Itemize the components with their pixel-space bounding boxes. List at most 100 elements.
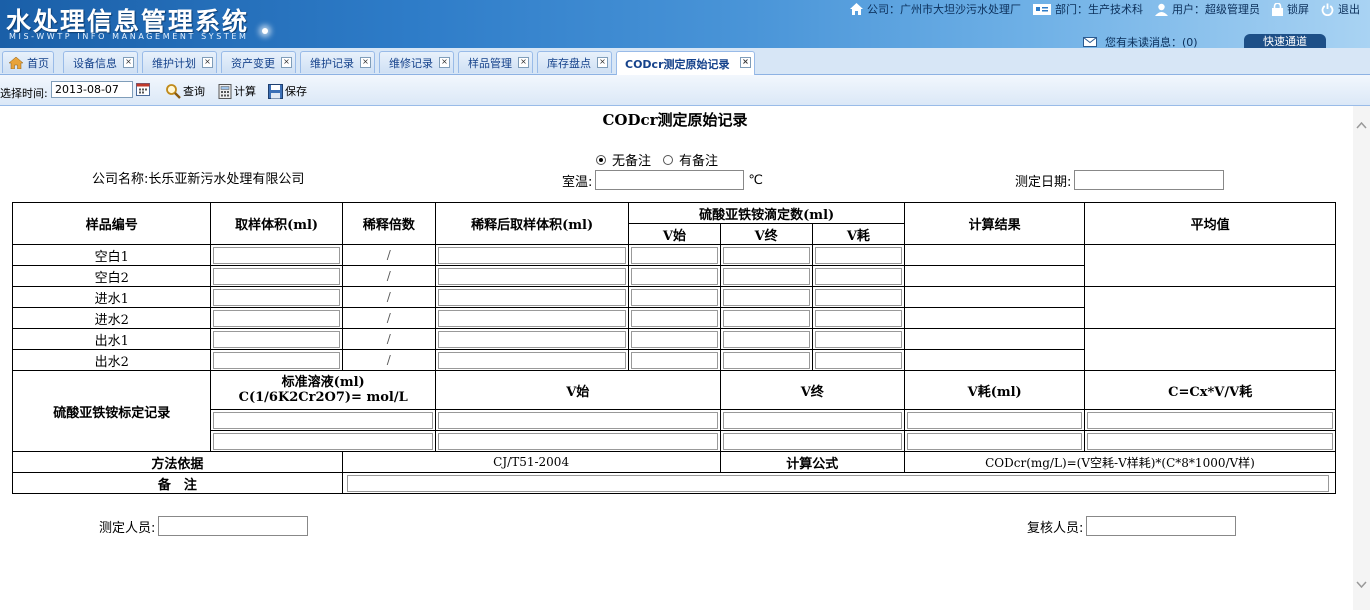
close-icon[interactable]: ×: [518, 57, 529, 68]
query-button[interactable]: 查询: [165, 83, 205, 99]
calib-c-input[interactable]: [1087, 432, 1333, 450]
v-end-input[interactable]: [722, 351, 810, 369]
scroll-up-icon[interactable]: [1356, 122, 1367, 129]
volume-input[interactable]: [213, 309, 340, 327]
close-icon[interactable]: ×: [740, 57, 751, 68]
result-cell: [903, 244, 1086, 266]
company-text: 公司：广州市大坦沙污水处理厂: [867, 3, 1021, 16]
calib-c-input[interactable]: [1087, 411, 1333, 429]
power-icon: [1321, 3, 1334, 16]
v-used-input[interactable]: [814, 351, 902, 369]
std-solution-input[interactable]: [213, 432, 433, 450]
close-icon[interactable]: ×: [123, 57, 134, 68]
record-form: CODcr测定原始记录 无备注 有备注 公司名称:长乐亚新污水处理有限公司 室温…: [0, 106, 1350, 610]
header-titration: 硫酸亚铁铵滴定数(ml): [628, 202, 905, 224]
tab-inventory-check[interactable]: 库存盘点 ×: [537, 51, 612, 73]
quick-channel-button[interactable]: 快速通道: [1244, 34, 1326, 48]
calib-v-end-input[interactable]: [722, 411, 902, 429]
reviewer-input[interactable]: [1086, 516, 1237, 536]
lock-icon: [1272, 2, 1283, 16]
v-end-input[interactable]: [722, 330, 810, 348]
diluted-volume-input[interactable]: [437, 309, 627, 327]
tab-codcr-record[interactable]: CODcr测定原始记录 ×: [616, 51, 755, 75]
save-button[interactable]: 保存: [268, 83, 307, 99]
room-temp-group: 室温: ℃: [562, 170, 763, 190]
diluted-volume-input[interactable]: [437, 267, 627, 285]
method-label: 方法依据: [12, 451, 343, 473]
scroll-down-icon[interactable]: [1356, 581, 1367, 588]
radio-no-remark[interactable]: [596, 154, 606, 165]
v-end-input[interactable]: [722, 246, 810, 264]
diluted-volume-input[interactable]: [437, 351, 627, 369]
user-info: 用户：超级管理员: [1155, 1, 1260, 17]
tab-maintenance-plan[interactable]: 维护计划 ×: [142, 51, 217, 73]
table-row: 空白1 /: [11, 244, 1336, 287]
close-icon[interactable]: ×: [597, 57, 608, 68]
calib-v-end-input[interactable]: [722, 432, 902, 450]
tab-asset-change[interactable]: 资产变更 ×: [221, 51, 296, 73]
v-used-input[interactable]: [814, 309, 902, 327]
table-row: 出水1 /: [11, 328, 1336, 371]
lock-screen-button[interactable]: 锁屏: [1272, 1, 1309, 17]
calib-v-used-input[interactable]: [906, 432, 1083, 450]
volume-input[interactable]: [213, 246, 340, 264]
v-end-input[interactable]: [722, 267, 810, 285]
close-icon[interactable]: ×: [360, 57, 371, 68]
diluted-volume-input[interactable]: [437, 246, 627, 264]
diluted-volume-input[interactable]: [437, 330, 627, 348]
close-icon[interactable]: ×: [281, 57, 292, 68]
v-used-input[interactable]: [814, 246, 902, 264]
volume-input[interactable]: [213, 330, 340, 348]
tab-label: 库存盘点: [547, 56, 591, 70]
tab-home[interactable]: 首页: [2, 51, 54, 73]
tab-sample-management[interactable]: 样品管理 ×: [458, 51, 533, 73]
diluted-volume-input[interactable]: [437, 288, 627, 306]
room-temp-input[interactable]: [595, 170, 745, 190]
v-start-input[interactable]: [631, 351, 718, 369]
v-start-input[interactable]: [631, 246, 718, 264]
v-start-input[interactable]: [631, 288, 718, 306]
close-icon[interactable]: ×: [439, 57, 450, 68]
calib-v-used-input[interactable]: [906, 411, 1083, 429]
department-text: 部门：生产技术科: [1055, 3, 1143, 16]
tester-group: 测定人员:: [99, 516, 309, 536]
calculator-icon: [218, 83, 232, 99]
volume-input[interactable]: [213, 267, 340, 285]
company-name: 公司名称:长乐亚新污水处理有限公司: [92, 172, 305, 187]
v-end-input[interactable]: [722, 309, 810, 327]
date-input[interactable]: 2013-08-07: [51, 81, 133, 98]
v-start-input[interactable]: [631, 330, 718, 348]
vertical-scrollbar[interactable]: [1353, 106, 1370, 610]
toolbar: 选择时间: 2013-08-07 查询 计算 保存: [0, 75, 1370, 106]
std-solution-input[interactable]: [213, 411, 433, 429]
calculate-label: 计算: [234, 85, 256, 98]
std-solution-label: 标准溶液(ml): [281, 375, 365, 390]
v-start-input[interactable]: [631, 267, 718, 285]
volume-input[interactable]: [213, 288, 340, 306]
lock-label: 锁屏: [1287, 3, 1309, 16]
header-dilution: 稀释倍数: [341, 202, 436, 245]
v-used-input[interactable]: [814, 330, 902, 348]
sample-name: 出水2: [11, 349, 212, 371]
tab-repair-record[interactable]: 维修记录 ×: [379, 51, 454, 73]
tab-equipment-info[interactable]: 设备信息 ×: [63, 51, 138, 73]
v-used-input[interactable]: [814, 267, 902, 285]
calib-v-start-input[interactable]: [437, 411, 718, 429]
close-icon[interactable]: ×: [202, 57, 213, 68]
test-date-input[interactable]: [1074, 170, 1225, 190]
radio-has-remark[interactable]: [663, 154, 674, 165]
logout-label: 退出: [1338, 3, 1360, 16]
header-sample-id: 样品编号: [11, 202, 212, 245]
tab-maintenance-record[interactable]: 维护记录 ×: [300, 51, 375, 73]
tester-input[interactable]: [158, 516, 309, 536]
v-start-input[interactable]: [631, 309, 718, 327]
v-end-input[interactable]: [722, 288, 810, 306]
v-used-input[interactable]: [814, 288, 902, 306]
volume-input[interactable]: [213, 351, 340, 369]
calib-v-start-input[interactable]: [437, 432, 718, 450]
calendar-icon[interactable]: [136, 82, 150, 96]
company-info: 公司：广州市大坦沙污水处理厂: [850, 1, 1021, 17]
remark-input[interactable]: [346, 474, 1329, 492]
calculate-button[interactable]: 计算: [218, 83, 256, 99]
logout-button[interactable]: 退出: [1321, 1, 1360, 17]
